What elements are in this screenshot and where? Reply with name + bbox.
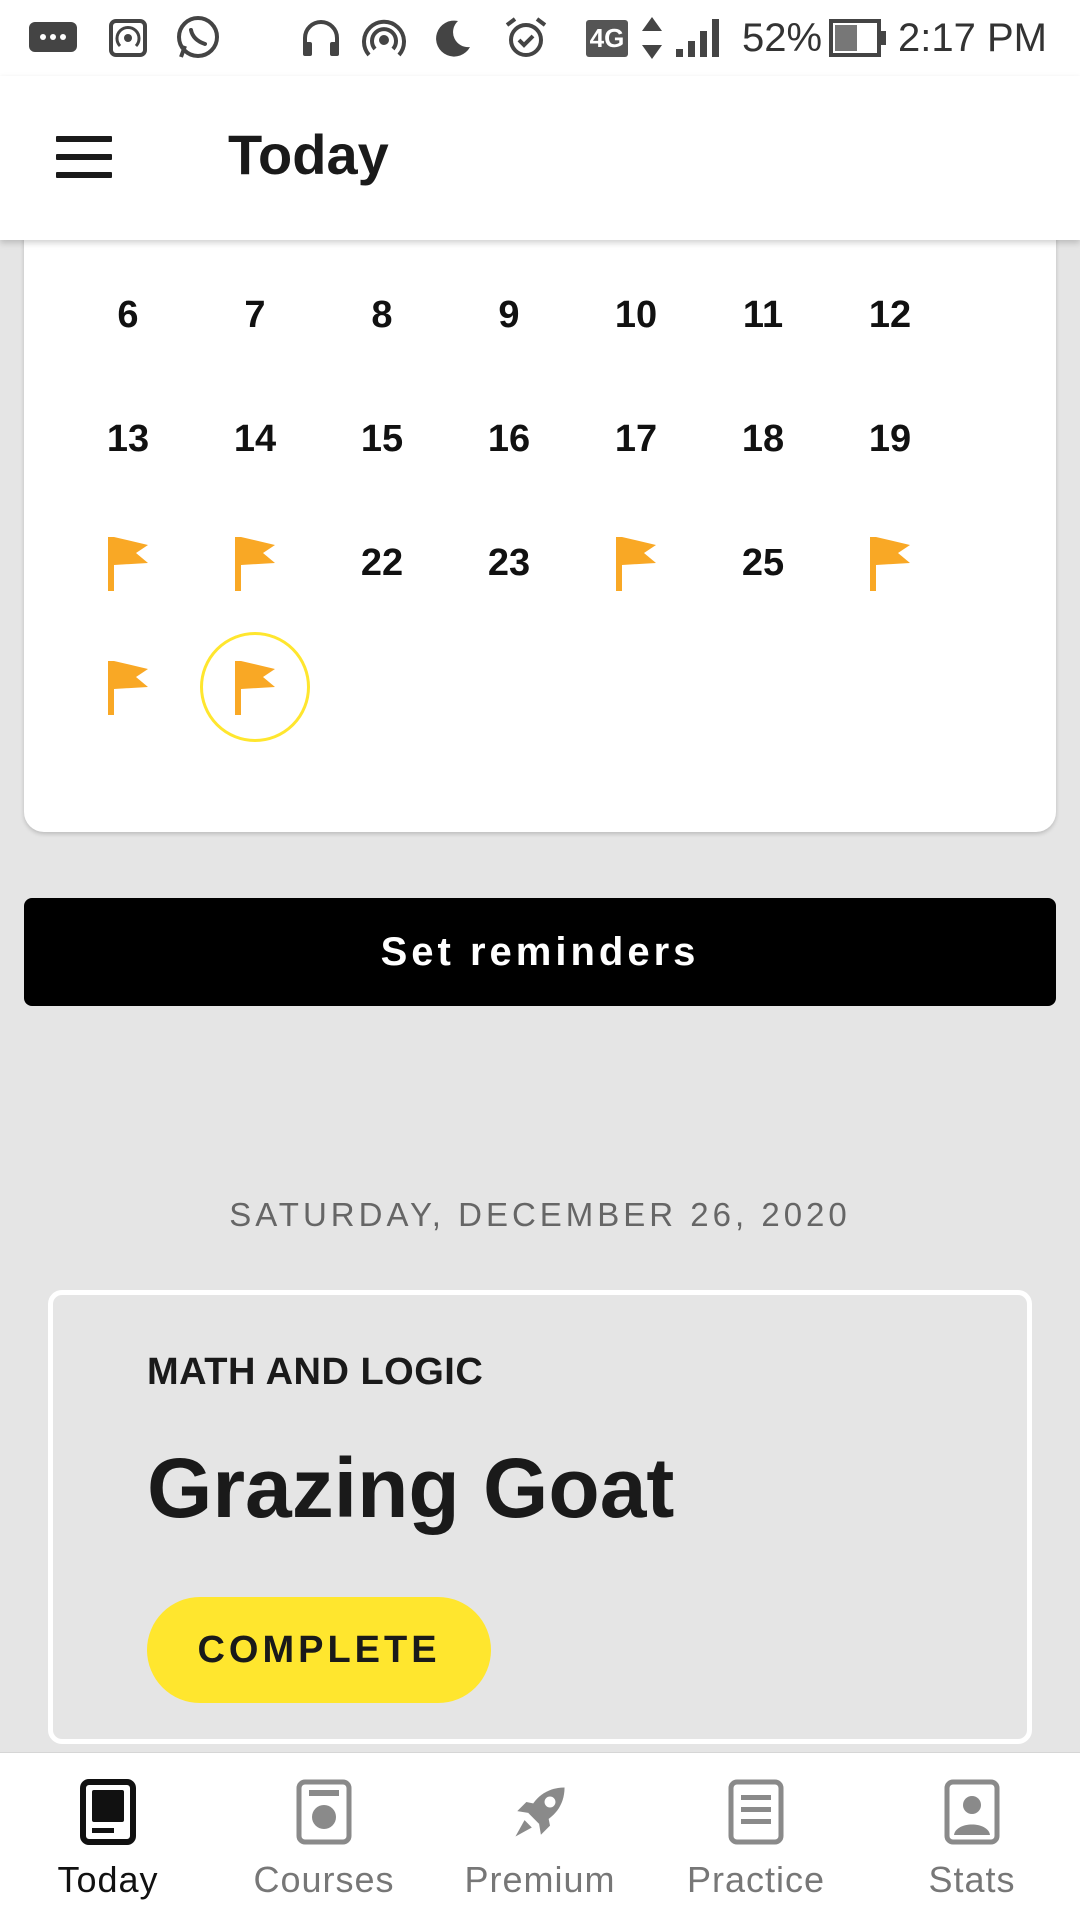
stats-icon	[942, 1777, 1002, 1847]
nav-stats[interactable]: Stats	[864, 1753, 1080, 1920]
courses-icon	[294, 1777, 354, 1847]
hotspot-icon	[360, 14, 408, 62]
signal-strength-icon	[672, 14, 724, 62]
nav-label-today: Today	[57, 1859, 159, 1900]
do-not-disturb-moon-icon	[430, 14, 476, 62]
nav-label-practice: Practice	[686, 1859, 826, 1900]
calendar-day: 13	[106, 417, 150, 460]
streak-flag-icon	[73, 508, 183, 618]
calendar-day: 12	[868, 293, 912, 336]
calendar-day: 11	[742, 293, 784, 336]
whatsapp-icon	[170, 14, 224, 62]
streak-flag-icon	[835, 508, 945, 618]
nav-premium[interactable]: Premium	[432, 1753, 648, 1920]
nav-label-premium: Premium	[464, 1859, 616, 1900]
page-title: Today	[228, 123, 389, 186]
complete-status-badge: COMPLETE	[147, 1597, 491, 1703]
calendar-day: 6	[117, 293, 139, 336]
calendar-day: 8	[371, 293, 393, 336]
daily-problem-card[interactable]: MATH AND LOGIC Grazing Goat COMPLETE	[48, 1290, 1032, 1744]
nav-practice[interactable]: Practice	[648, 1753, 864, 1920]
today-icon	[78, 1777, 138, 1847]
calendar-day: 9	[498, 293, 520, 336]
nav-label-courses: Courses	[253, 1859, 395, 1900]
alarm-icon	[502, 14, 550, 62]
streak-flag-icon	[200, 508, 310, 618]
battery-percent: 52%	[742, 16, 823, 60]
calendar-day: 19	[868, 417, 912, 460]
calendar-day: 18	[741, 417, 785, 460]
message-notification-icon	[26, 14, 80, 62]
nav-courses[interactable]: Courses	[216, 1753, 432, 1920]
network-type-badge: 4G	[582, 14, 632, 62]
set-reminders-button[interactable]: Set reminders	[24, 898, 1056, 1006]
nav-today[interactable]: Today	[0, 1753, 216, 1920]
status-bar: 4G 52% 2:17 PM	[0, 0, 1080, 76]
calendar-day: 15	[360, 417, 404, 460]
calendar-day: 14	[233, 417, 277, 460]
today-streak-flag-icon	[200, 632, 310, 742]
data-arrows-icon	[638, 14, 666, 62]
calendar-day: 7	[244, 293, 266, 336]
problem-title: Grazing Goat	[147, 1441, 675, 1535]
clock: 2:17 PM	[898, 16, 1047, 60]
nav-label-stats: Stats	[928, 1859, 1016, 1900]
calendar-day: 25	[741, 541, 785, 584]
calendar-day: 16	[487, 417, 531, 460]
date-heading: SATURDAY, DECEMBER 26, 2020	[229, 1196, 851, 1233]
bottom-navigation: Today Courses Premium Practice Stats	[0, 1752, 1080, 1920]
app-bar: Today	[0, 76, 1080, 240]
menu-icon[interactable]	[56, 136, 112, 178]
streak-flag-icon	[73, 632, 183, 742]
rocket-icon	[510, 1777, 570, 1847]
calendar-day: 10	[614, 293, 658, 336]
battery-icon	[828, 14, 888, 62]
streak-flag-icon	[581, 508, 691, 618]
practice-icon	[726, 1777, 786, 1847]
streak-calendar: 6 7 8 9 10 11 12 13 14 15 16 17 18 19 22 23 25	[24, 210, 1056, 832]
problem-category: MATH AND LOGIC	[147, 1351, 484, 1393]
calendar-day: 22	[360, 541, 404, 584]
calendar-day: 23	[487, 541, 531, 584]
calendar-day: 17	[614, 417, 658, 460]
hotspot-notification-icon	[106, 14, 150, 62]
headphones-icon	[298, 14, 344, 62]
